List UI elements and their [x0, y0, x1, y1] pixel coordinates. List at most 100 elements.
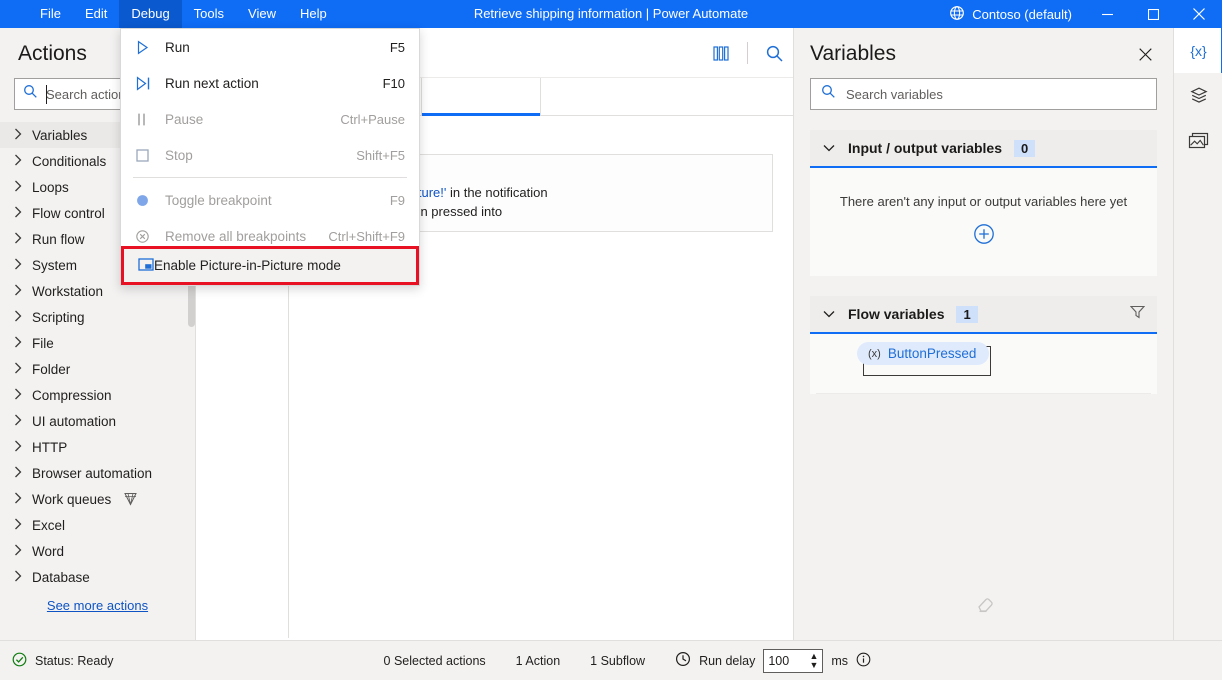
actions-tree-item-excel[interactable]: Excel — [0, 512, 195, 538]
close-icon[interactable] — [1131, 40, 1159, 68]
actions-tree-item-ui-automation[interactable]: UI automation — [0, 408, 195, 434]
flow-variables-body: (x) ButtonPressed — [810, 334, 1157, 394]
debug-menu-item-enable-picture-in-picture-mode[interactable]: Enable Picture-in-Picture mode — [121, 246, 419, 285]
debug-menu-dropdown: Run F5 Run next action F10 Pause Ctrl+Pause St… — [120, 28, 420, 286]
menu-edit[interactable]: Edit — [73, 0, 119, 28]
flow-variables-count: 1 — [956, 305, 978, 323]
variable-name: ButtonPressed — [887, 346, 977, 361]
remove-breakpoints-icon — [135, 229, 165, 244]
input-output-variables-count: 0 — [1014, 139, 1036, 157]
menu-debug[interactable]: Debug — [119, 0, 182, 28]
debug-menu-item-label: Enable Picture-in-Picture mode — [154, 258, 341, 273]
menu-file[interactable]: File — [28, 0, 73, 28]
chevron-right-icon — [14, 362, 32, 377]
status-text: Status: Ready — [35, 653, 114, 668]
chevron-down-icon — [822, 141, 836, 155]
flow-variables-header[interactable]: Flow variables 1 — [810, 296, 1157, 334]
tab-main[interactable] — [421, 78, 541, 116]
actions-tree-item-label: Run flow — [32, 231, 85, 247]
menu-tools[interactable]: Tools — [182, 0, 236, 28]
variables-panel-title: Variables — [810, 42, 896, 65]
actions-tree-item-label: File — [32, 335, 54, 351]
chevron-right-icon — [14, 258, 32, 273]
debug-menu-item-run-next-action[interactable]: Run next action F10 — [121, 65, 419, 101]
globe-icon — [949, 5, 965, 24]
stepper-down-icon[interactable]: ▼ — [809, 660, 818, 670]
actions-tree-item-http[interactable]: HTTP — [0, 434, 195, 460]
flow-variables-underline — [816, 393, 1151, 394]
input-output-variables-header[interactable]: Input / output variables 0 — [810, 130, 1157, 168]
tenant-indicator[interactable]: Contoso (default) — [937, 5, 1084, 24]
search-icon[interactable] — [757, 37, 791, 69]
debug-menu-item-shortcut: Ctrl+Pause — [340, 111, 405, 127]
actions-tree-item-label: System — [32, 257, 78, 273]
minimize-button[interactable] — [1084, 0, 1130, 28]
filter-icon[interactable] — [1129, 305, 1146, 324]
actions-tree-item-label: Folder — [32, 361, 71, 377]
actions-tree-item-label: Conditionals — [32, 153, 107, 169]
status-indicator: Status: Ready — [0, 652, 114, 670]
input-output-variables-group: Input / output variables 0 There aren't … — [810, 130, 1157, 276]
search-icon — [23, 84, 38, 104]
actions-tree-item-database[interactable]: Database — [0, 564, 195, 590]
debug-menu-item-label: Run next action — [165, 75, 259, 91]
add-circle-icon[interactable] — [973, 223, 995, 250]
debug-menu-item-run[interactable]: Run F5 — [121, 29, 419, 65]
debug-menu-item-shortcut: Shift+F5 — [356, 147, 405, 163]
debug-menu-item-shortcut: F10 — [382, 75, 405, 91]
search-icon — [821, 84, 836, 104]
debug-menu-item-label: Pause — [165, 111, 204, 127]
debug-menu-item-shortcut: F9 — [389, 192, 405, 208]
actions-tree-item-label: Scripting — [32, 309, 85, 325]
power-automate-designer-window: File Edit Debug Tools View Help Retrieve ship… — [0, 0, 1222, 680]
run-delay-unit: ms — [831, 653, 849, 668]
actions-tree-item-file[interactable]: File — [0, 330, 195, 356]
chevron-right-icon — [14, 284, 32, 299]
input-output-variables-empty-state: There aren't any input or output variabl… — [810, 168, 1157, 276]
images-icon[interactable] — [1174, 118, 1222, 163]
debug-menu-item-label: Toggle breakpoint — [165, 192, 272, 208]
ui-elements-icon[interactable] — [704, 37, 738, 69]
debug-menu-item-shortcut: F5 — [389, 39, 405, 55]
chevron-right-icon — [14, 180, 32, 195]
variables-panel-header: Variables — [794, 28, 1173, 78]
status-bar-metrics: 0 Selected actions 1 Action 1 Subflow Ru… — [384, 648, 872, 673]
eraser-icon[interactable] — [794, 593, 1173, 618]
actions-tree-item-label: Workstation — [32, 283, 104, 299]
actions-tree-item-scripting[interactable]: Scripting — [0, 304, 195, 330]
menu-separator — [133, 177, 407, 178]
chevron-down-icon — [822, 307, 836, 321]
run-delay-stepper[interactable]: 100 ▲ ▼ — [763, 648, 824, 673]
maximize-button[interactable] — [1130, 0, 1176, 28]
stepper-arrows[interactable]: ▲ ▼ — [809, 651, 818, 670]
menu-view[interactable]: View — [236, 0, 288, 28]
see-more-actions-link[interactable]: See more actions — [0, 590, 195, 613]
actions-tree-item-label: Work queues — [32, 491, 112, 507]
flow-variables-label: Flow variables — [848, 306, 945, 322]
actions-scrollbar-thumb[interactable] — [188, 283, 195, 327]
variables-x-icon[interactable]: {x} — [1174, 28, 1222, 73]
actions-tree-item-folder[interactable]: Folder — [0, 356, 195, 382]
actions-tree-item-work-queues[interactable]: Work queues — [0, 486, 195, 512]
actions-tree-item-word[interactable]: Word — [0, 538, 195, 564]
menu-help[interactable]: Help — [288, 0, 339, 28]
debug-menu-item-stop: Stop Shift+F5 — [121, 137, 419, 173]
info-icon[interactable] — [856, 652, 871, 670]
chevron-right-icon — [14, 440, 32, 455]
right-icon-rail: {x} — [1173, 28, 1222, 640]
stop-icon — [135, 148, 165, 163]
chevron-right-icon — [14, 492, 32, 507]
actions-tree-item-compression[interactable]: Compression — [0, 382, 195, 408]
layers-stack-icon[interactable] — [1174, 73, 1222, 118]
actions-tree-item-label: Browser automation — [32, 465, 153, 481]
actions-tree-item-browser-automation[interactable]: Browser automation — [0, 460, 195, 486]
status-bar: Status: Ready 0 Selected actions 1 Actio… — [0, 640, 1222, 680]
input-output-variables-label: Input / output variables — [848, 140, 1003, 156]
variable-chip-buttonpressed[interactable]: (x) ButtonPressed — [857, 342, 990, 365]
close-button[interactable] — [1176, 0, 1222, 28]
search-variables-input[interactable]: Search variables — [810, 78, 1157, 110]
debug-menu-item-label: Stop — [165, 147, 193, 163]
actions-tree-item-label: Compression — [32, 387, 112, 403]
chevron-right-icon — [14, 466, 32, 481]
text-caret — [46, 85, 47, 104]
